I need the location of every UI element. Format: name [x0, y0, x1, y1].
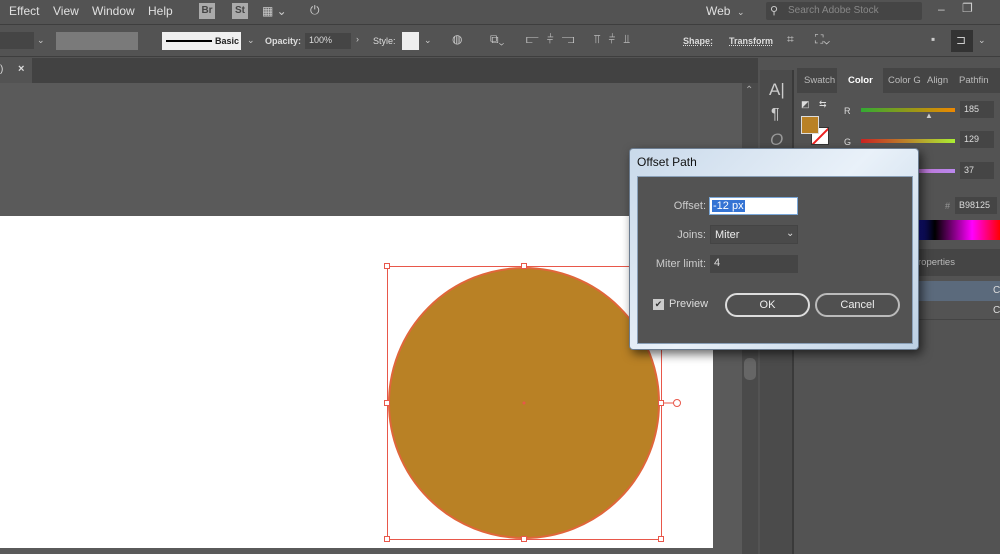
- chevron-down-icon[interactable]: ⌄: [978, 35, 986, 46]
- swap-colors-icon[interactable]: ⇆: [819, 99, 827, 110]
- character-icon[interactable]: A|: [769, 80, 785, 100]
- chevron-down-icon: ⌄: [786, 228, 795, 239]
- paragraph-icon[interactable]: ¶: [771, 106, 780, 124]
- restore-icon[interactable]: ❐: [962, 1, 973, 15]
- resize-handle[interactable]: [384, 263, 390, 269]
- search-icon: ⚲: [770, 5, 779, 17]
- center-point: [522, 401, 526, 405]
- g-label: G: [844, 137, 852, 147]
- search-placeholder: Search Adobe Stock: [788, 5, 879, 16]
- tab-align[interactable]: Align: [927, 68, 948, 93]
- b-input[interactable]: 37: [960, 162, 994, 179]
- panel-toggle-button[interactable]: ⊐: [951, 30, 973, 52]
- offset-value: -12 px: [712, 200, 745, 212]
- pie-widget-handle[interactable]: [673, 399, 681, 407]
- resize-handle[interactable]: [384, 400, 390, 406]
- layer-label: C: [993, 285, 1000, 296]
- tab-properties[interactable]: roperties: [918, 257, 955, 268]
- miter-limit-value: 4: [714, 257, 721, 269]
- resize-handle[interactable]: [521, 536, 527, 542]
- ok-button[interactable]: OK: [725, 293, 810, 317]
- arrange-icon[interactable]: ▪: [931, 32, 935, 46]
- hex-input[interactable]: B98125: [955, 197, 997, 214]
- tab-color-guide[interactable]: Color G: [888, 68, 921, 93]
- color-spectrum[interactable]: [907, 220, 1000, 240]
- offset-path-dialog: Offset Path Offset: -12 px Joins: Miter …: [629, 148, 919, 350]
- resize-handle[interactable]: [521, 263, 527, 269]
- default-colors-icon[interactable]: ◩: [801, 99, 810, 110]
- scroll-up-icon[interactable]: ⌃: [745, 85, 753, 96]
- joins-value: Miter: [715, 229, 740, 241]
- resize-handle[interactable]: [658, 536, 664, 542]
- cancel-button[interactable]: Cancel: [815, 293, 900, 317]
- stock-search-input[interactable]: ⚲ Search Adobe Stock: [766, 2, 922, 20]
- offset-label: Offset:: [673, 200, 706, 212]
- miter-limit-input[interactable]: 4: [710, 255, 798, 273]
- g-slider[interactable]: [861, 139, 955, 143]
- scrollbar-thumb[interactable]: [744, 358, 756, 380]
- fill-swatch[interactable]: [801, 116, 819, 134]
- miter-limit-label: Miter limit:: [655, 258, 706, 270]
- joins-label: Joins:: [677, 229, 706, 241]
- tab-color[interactable]: Color: [848, 68, 873, 93]
- dialog-title: Offset Path: [637, 155, 697, 169]
- resize-handle[interactable]: [658, 400, 664, 406]
- g-input[interactable]: 129: [960, 131, 994, 148]
- preview-checkbox[interactable]: ✔: [653, 299, 664, 310]
- preview-label[interactable]: Preview: [669, 298, 708, 310]
- minimize-icon[interactable]: –: [938, 2, 945, 16]
- resize-handle[interactable]: [384, 536, 390, 542]
- opentype-icon[interactable]: O: [770, 130, 783, 150]
- joins-dropdown[interactable]: Miter ⌄: [710, 225, 798, 244]
- r-slider[interactable]: [861, 108, 955, 112]
- isolate-icon[interactable]: ⌗: [787, 32, 794, 47]
- tab-pathfinder[interactable]: Pathfin: [959, 68, 989, 93]
- slider-thumb[interactable]: ▲: [925, 111, 933, 120]
- layer-label: C: [993, 305, 1000, 316]
- select-similar-icon[interactable]: ⛶⌄: [815, 32, 830, 47]
- hex-label: #: [945, 201, 951, 211]
- offset-input[interactable]: -12 px: [709, 197, 798, 215]
- r-input[interactable]: 185: [960, 101, 994, 118]
- r-label: R: [844, 106, 851, 116]
- tab-swatches[interactable]: Swatch: [804, 68, 835, 93]
